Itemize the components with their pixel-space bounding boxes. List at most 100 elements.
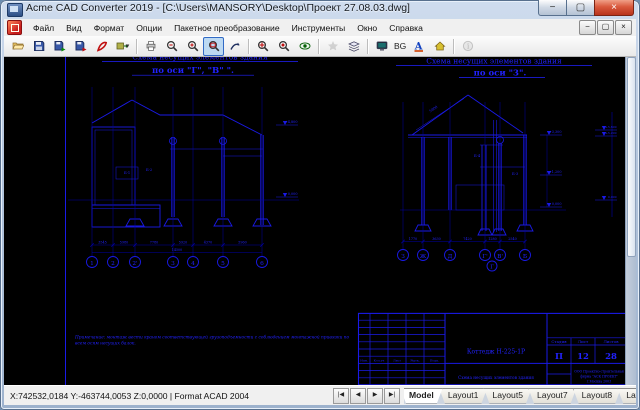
save-button[interactable] xyxy=(28,37,49,56)
tab-model[interactable]: Model xyxy=(404,388,443,404)
svg-text:Подп.: Подп. xyxy=(430,359,439,363)
vertical-scrollbar[interactable] xyxy=(625,57,636,385)
view-button[interactable] xyxy=(294,37,315,56)
exportf-icon xyxy=(75,41,86,52)
eye-icon xyxy=(299,42,310,50)
sheet-nav-2[interactable]: ▶ xyxy=(367,387,383,404)
zoom-window-button[interactable] xyxy=(203,36,224,56)
svg-text:0,000: 0,000 xyxy=(608,195,617,199)
toolbar-divider xyxy=(136,38,137,54)
svg-text:+5,600: +5,600 xyxy=(605,125,616,129)
sheet-nav-3[interactable]: ▶| xyxy=(384,387,400,404)
layers-button[interactable] xyxy=(343,37,364,56)
background-color-button[interactable] xyxy=(371,37,392,56)
titleblock-project: Коттедж Н-225-1Р xyxy=(467,349,525,356)
tab-layout1[interactable]: Layout1 xyxy=(439,388,488,404)
menu-item-0[interactable]: Файл xyxy=(27,20,60,36)
menu-item-7[interactable]: Справка xyxy=(383,20,429,36)
sheets-value: 28 xyxy=(605,352,617,362)
menu-item-5[interactable]: Инструменты xyxy=(286,20,352,36)
svg-text:Б-1: Б-1 xyxy=(124,171,130,175)
svg-text:0,000: 0,000 xyxy=(288,192,298,196)
menu-item-2[interactable]: Формат xyxy=(88,20,131,36)
select-icon xyxy=(327,41,338,51)
tab-lay[interactable]: Lay xyxy=(617,388,636,404)
svg-text:Ж: Ж xyxy=(420,254,427,260)
menu-bar: Файл Вид Формат Опции Пакетное преобразовани… xyxy=(4,19,636,37)
stamp-row-labels: Изм. Кол.уч Лист №док. Подп. xyxy=(360,359,439,363)
svg-text:6: 6 xyxy=(260,261,264,267)
menu-item-6[interactable]: Окно xyxy=(351,20,383,36)
tab-layout8[interactable]: Layout8 xyxy=(573,388,622,404)
elevation-marks: +4,800 0,000 +3,300 +1,200 0,000 +5,600 +5,200… xyxy=(276,120,617,208)
svg-text:7780: 7780 xyxy=(150,241,158,245)
company-line-2: фирма "АСК ПРОЕКТ" xyxy=(580,375,618,379)
left-drawing-title-2: по оси "Г", "В" ". xyxy=(152,66,234,76)
mdi-controls: − ▢ × xyxy=(579,20,632,35)
close-button[interactable]: × xyxy=(594,0,634,16)
zoomprev-icon xyxy=(278,40,289,52)
home-view-button[interactable] xyxy=(429,37,450,56)
zoom-out-button[interactable] xyxy=(161,37,182,56)
toolbar-divider xyxy=(248,38,249,54)
menu-item-4[interactable]: Пакетное преобразование xyxy=(168,20,286,36)
svg-text:Г: Г xyxy=(490,265,494,271)
export-button[interactable] xyxy=(70,37,91,56)
print-button[interactable] xyxy=(140,37,161,56)
window-title: Acme CAD Converter 2019 - [C:\Users\MANS… xyxy=(26,2,410,14)
zoom-previous-button[interactable] xyxy=(273,37,294,56)
svg-text:5: 5 xyxy=(221,261,225,267)
app-icon xyxy=(7,3,23,17)
pdf-convert-button[interactable] xyxy=(91,37,112,56)
left-elevation-drawing xyxy=(68,99,299,228)
toolbar-divider xyxy=(367,38,368,54)
drawing-canvas[interactable]: Схема несущих элементов здания по оси "Г… xyxy=(4,57,625,385)
tab-layout7[interactable]: Layout7 xyxy=(528,388,577,404)
text-style-button[interactable]: А xyxy=(408,37,429,56)
svg-text:Кол.уч: Кол.уч xyxy=(374,359,385,363)
zoomwin-icon xyxy=(208,40,219,52)
zoom-in-button[interactable] xyxy=(182,37,203,56)
menu-item-1[interactable]: Вид xyxy=(60,20,88,36)
pan-button[interactable] xyxy=(224,37,245,56)
svg-text:Б-2: Б-2 xyxy=(146,168,152,172)
menu-item-3[interactable]: Опции xyxy=(130,20,168,36)
toolbar: ▾ BG Аi xyxy=(4,36,636,57)
svg-text:14500: 14500 xyxy=(172,248,183,252)
select-button xyxy=(322,37,343,56)
save-as-button[interactable] xyxy=(49,37,70,56)
open-button[interactable] xyxy=(7,37,28,56)
sheet-nav-1[interactable]: ◀ xyxy=(350,387,366,404)
svg-text:+3,300: +3,300 xyxy=(549,130,562,134)
svg-text:3630: 3630 xyxy=(432,237,440,241)
title-bar[interactable]: Acme CAD Converter 2019 - [C:\Users\MANS… xyxy=(0,0,640,19)
scrollbar-thumb[interactable] xyxy=(627,57,636,257)
dropdown-caret-icon[interactable]: ▾ xyxy=(126,42,130,50)
minimize-button[interactable]: − xyxy=(538,0,567,16)
svg-text:1280: 1280 xyxy=(488,237,496,241)
monitor-icon xyxy=(376,41,387,51)
roof-dimension: 5800 xyxy=(429,105,439,114)
print-icon xyxy=(146,41,155,51)
svg-text:5960: 5960 xyxy=(238,241,246,245)
stage-value: П xyxy=(555,352,563,362)
mdi-restore-button[interactable]: ▢ xyxy=(597,20,614,35)
application-window: Acme CAD Converter 2019 - [C:\Users\MANS… xyxy=(0,0,640,410)
sheet-value: 12 xyxy=(577,352,589,362)
svg-text:Лист: Лист xyxy=(393,359,401,363)
svg-text:4370: 4370 xyxy=(204,241,212,245)
bg-label: BG xyxy=(394,41,407,51)
sheet-label: Лист xyxy=(578,339,589,344)
element-tags: Б-1 Б-2 Б-4 Б-3 xyxy=(124,154,519,176)
open-icon xyxy=(11,42,24,50)
tab-layout5[interactable]: Layout5 xyxy=(483,388,532,404)
batch-convert-button[interactable]: ▾ xyxy=(112,37,133,56)
zoom-extents-button[interactable] xyxy=(252,37,273,56)
maximize-button[interactable]: ▢ xyxy=(566,0,595,16)
layers-icon xyxy=(347,41,360,52)
zoomout-icon xyxy=(166,40,177,52)
mdi-close-button[interactable]: × xyxy=(615,20,632,35)
sheet-nav-0[interactable]: |◀ xyxy=(333,387,349,404)
right-section-drawing xyxy=(400,94,613,236)
mdi-minimize-button[interactable]: − xyxy=(579,20,596,35)
